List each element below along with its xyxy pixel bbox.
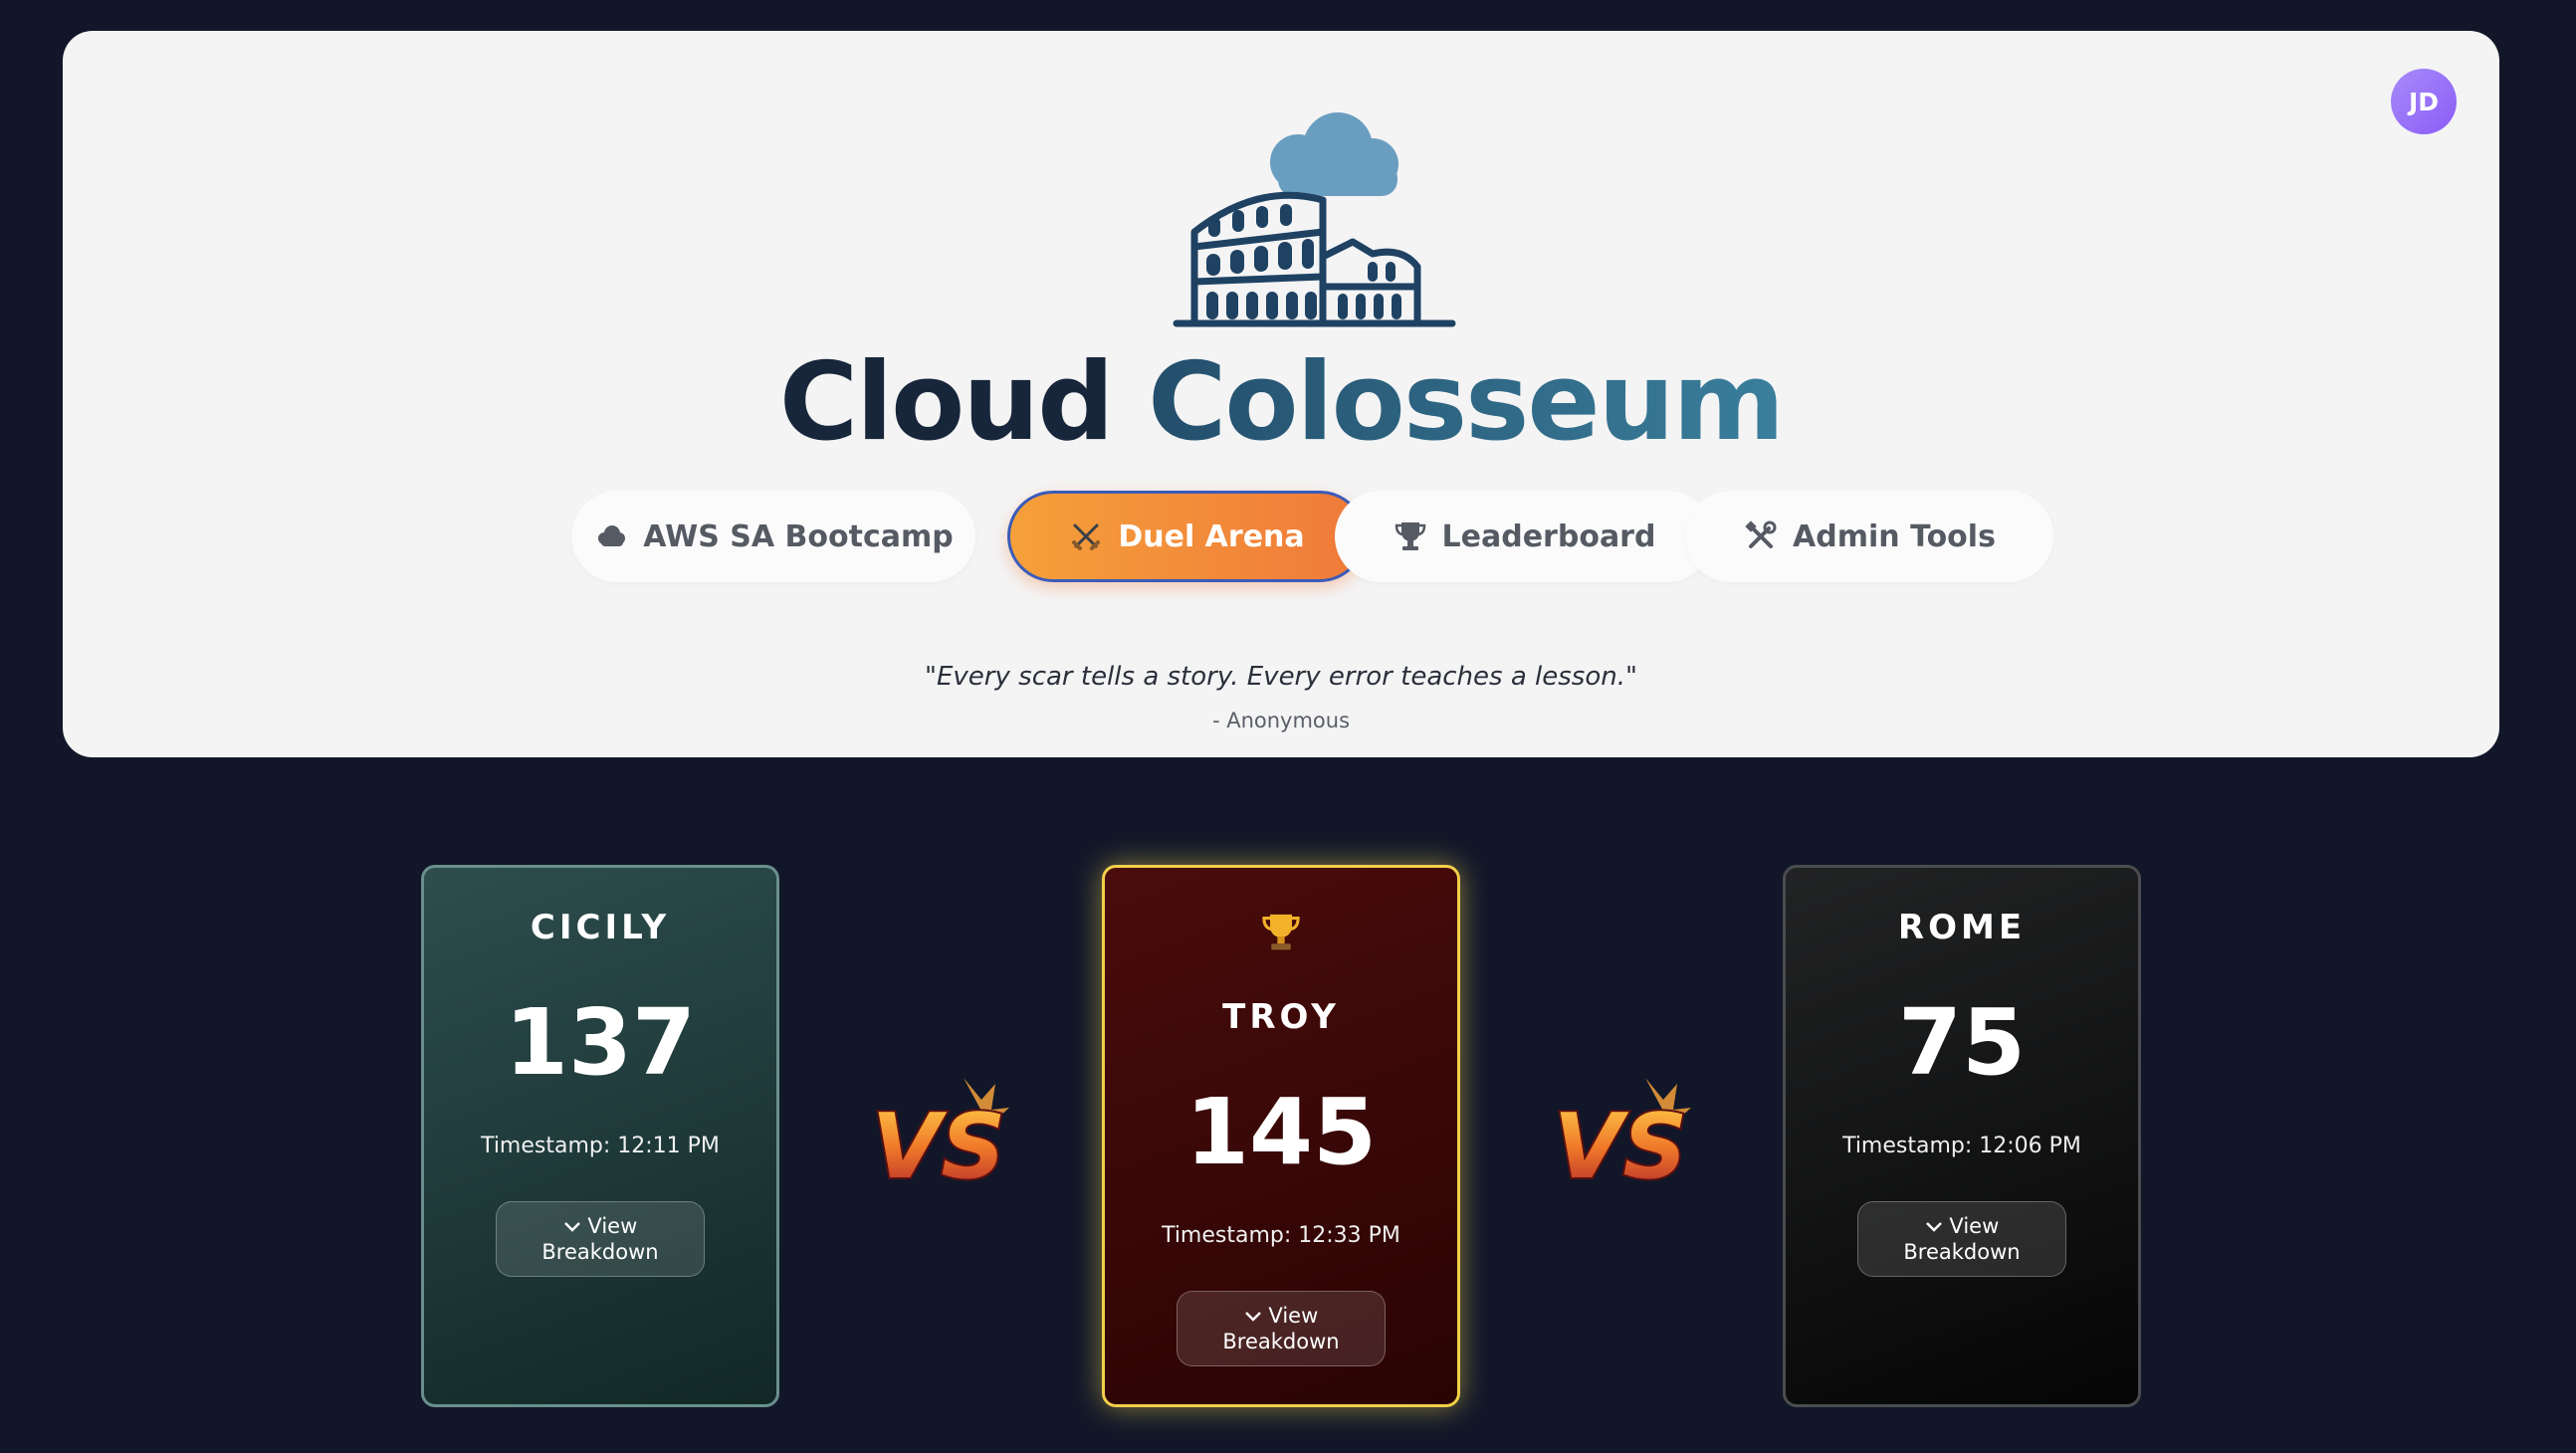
nav-duel-arena[interactable]: Duel Arena [1007, 491, 1366, 582]
team-score: 75 [1897, 989, 2027, 1096]
view-breakdown-button[interactable]: View Breakdown [1177, 1291, 1386, 1366]
title-word-colosseum: Colosseum [1148, 340, 1785, 465]
chevron-down-icon [563, 1222, 580, 1232]
vs-text: VS [1554, 1095, 1687, 1199]
vs-text: VS [872, 1095, 1005, 1199]
view-breakdown-button[interactable]: View Breakdown [496, 1201, 705, 1277]
nav-label: Leaderboard [1441, 519, 1656, 554]
team-score: 137 [504, 989, 697, 1096]
button-label-line2: Breakdown [1222, 1330, 1340, 1353]
cloud-icon [598, 525, 626, 546]
crossed-swords-icon [1072, 523, 1101, 550]
nav-aws-sa-bootcamp[interactable]: AWS SA Bootcamp [571, 491, 975, 582]
colosseum-logo [1173, 112, 1456, 327]
button-label-line1: View [1268, 1304, 1319, 1328]
trophy-icon [1395, 522, 1425, 550]
chevron-down-icon [1925, 1222, 1942, 1232]
nav-label: Admin Tools [1793, 519, 1996, 554]
button-label-line2: Breakdown [541, 1240, 659, 1264]
button-label-line1: View [1949, 1214, 2000, 1238]
motivational-quote: "Every scar tells a story. Every error t… [925, 662, 1637, 692]
header-panel: JD Cloud Colosseum AWS SA Bootcamp Duel … [63, 31, 2499, 757]
team-name: ROME [1897, 908, 2027, 947]
view-breakdown-button[interactable]: View Breakdown [1857, 1201, 2066, 1277]
nav-label: AWS SA Bootcamp [643, 519, 954, 554]
tools-icon [1745, 520, 1777, 548]
button-label-line1: View [587, 1214, 638, 1238]
team-timestamp: Timestamp: 12:33 PM [1162, 1223, 1400, 1248]
team-card-troy: TROY 145 Timestamp: 12:33 PM View Breakd… [1102, 865, 1460, 1407]
nav-leaderboard[interactable]: Leaderboard [1335, 491, 1713, 582]
team-card-cicily: CICILY 137 Timestamp: 12:11 PM View Brea… [421, 865, 779, 1407]
main-nav: AWS SA Bootcamp Duel Arena Leaderboard A… [63, 491, 2499, 584]
chevron-down-icon [1244, 1312, 1261, 1322]
team-timestamp: Timestamp: 12:11 PM [481, 1134, 720, 1158]
team-timestamp: Timestamp: 12:06 PM [1842, 1134, 2081, 1158]
team-score: 145 [1184, 1079, 1378, 1185]
vs-badge: VS [1552, 1078, 1691, 1201]
team-name: TROY [1222, 997, 1340, 1037]
team-name: CICILY [530, 908, 671, 947]
button-label-line2: Breakdown [1903, 1240, 2021, 1264]
trophy-icon [1262, 914, 1300, 950]
vs-badge: VS [870, 1078, 1009, 1201]
nav-label: Duel Arena [1118, 519, 1305, 554]
quote-author: - Anonymous [1211, 709, 1351, 732]
page-title: Cloud Colosseum [63, 349, 2499, 457]
nav-admin-tools[interactable]: Admin Tools [1685, 491, 2053, 582]
title-word-cloud: Cloud [778, 340, 1115, 465]
team-card-rome: ROME 75 Timestamp: 12:06 PM View Breakdo… [1783, 865, 2141, 1407]
user-avatar[interactable]: JD [2391, 69, 2457, 134]
